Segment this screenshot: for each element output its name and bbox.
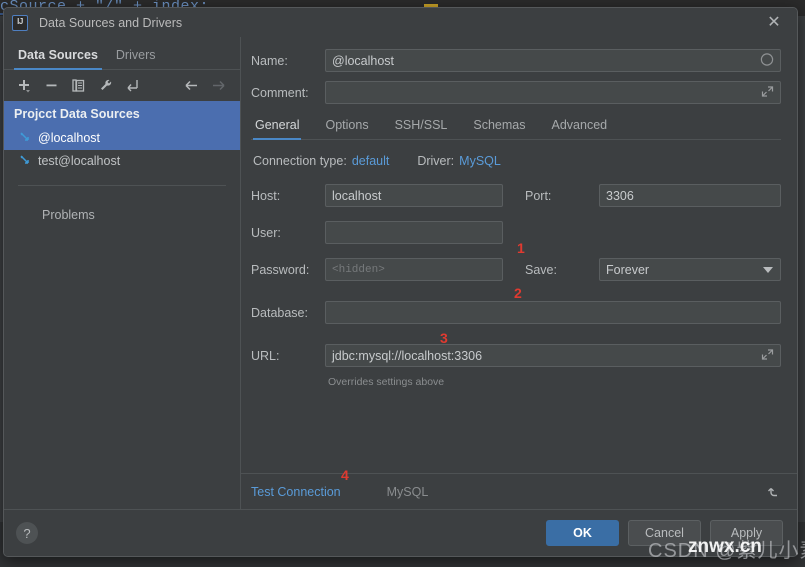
- copy-icon[interactable]: [66, 75, 90, 97]
- host-input[interactable]: localhost: [325, 184, 503, 207]
- tree-item-test-localhost[interactable]: test@localhost: [4, 149, 240, 173]
- tab-ssh-ssl[interactable]: SSH/SSL: [393, 114, 462, 139]
- expand-icon[interactable]: [761, 85, 774, 101]
- host-input-value: localhost: [332, 188, 382, 203]
- port-input-value: 3306: [606, 188, 634, 203]
- settings-panel: Name: @localhost Comment: General Option…: [241, 37, 797, 509]
- revert-icon[interactable]: [765, 483, 783, 501]
- name-row: Name: @localhost: [251, 49, 781, 72]
- ok-button[interactable]: OK: [546, 520, 619, 546]
- add-icon[interactable]: [12, 75, 36, 97]
- window-title: Data Sources and Drivers: [39, 15, 183, 30]
- tab-general[interactable]: General: [253, 114, 313, 140]
- datasource-icon: [18, 131, 32, 145]
- driver-label: Driver:: [417, 154, 455, 168]
- settings-scroll-area: Name: @localhost Comment: General Option…: [241, 37, 797, 473]
- tab-data-sources[interactable]: Data Sources: [14, 48, 112, 70]
- save-dropdown[interactable]: Forever: [599, 258, 781, 281]
- expand-icon[interactable]: [761, 348, 774, 364]
- dialog-footer: ? OK Cancel Apply: [4, 509, 797, 556]
- connection-info-line: Connection type: default Driver: MySQL: [253, 154, 781, 168]
- tab-drivers[interactable]: Drivers: [112, 48, 170, 69]
- datasource-icon: [18, 154, 32, 168]
- data-sources-tree: Projcct Data Sources @localhost test@loc…: [4, 101, 240, 509]
- connection-type-label: Connection type:: [253, 154, 347, 168]
- database-label: Database:: [251, 305, 308, 320]
- comment-row: Comment:: [251, 81, 781, 104]
- apply-button[interactable]: Apply: [710, 520, 783, 546]
- url-hint-text: Overrides settings above: [328, 376, 445, 388]
- tree-item-localhost[interactable]: @localhost: [4, 126, 240, 150]
- name-label: Name:: [251, 53, 288, 68]
- cancel-button[interactable]: Cancel: [628, 520, 701, 546]
- wrench-icon[interactable]: [93, 75, 117, 97]
- tab-advanced[interactable]: Advanced: [550, 114, 622, 139]
- forward-arrow-icon: [206, 75, 230, 97]
- tree-divider: [18, 185, 226, 186]
- dialog-titlebar: IJ Data Sources and Drivers ✕: [4, 8, 797, 37]
- save-dropdown-value: Forever: [606, 262, 650, 277]
- test-connection-bar: Test Connection MySQL: [241, 473, 797, 509]
- user-input[interactable]: [325, 221, 503, 244]
- connection-type-value[interactable]: default: [352, 154, 390, 168]
- comment-label: Comment:: [251, 85, 309, 100]
- close-icon[interactable]: ✕: [765, 14, 783, 32]
- tree-item-label: test@localhost: [38, 154, 121, 168]
- tree-selected-group: Projcct Data Sources @localhost: [4, 101, 240, 150]
- user-label: User:: [251, 225, 281, 240]
- url-row: URL: jdbc:mysql://localhost:3306: [251, 344, 781, 367]
- comment-input[interactable]: [325, 81, 781, 104]
- database-row: Database:: [251, 301, 781, 324]
- host-port-row: Host: localhost Port: 3306: [251, 184, 781, 207]
- tab-options[interactable]: Options: [323, 114, 382, 139]
- password-row: Password: <hidden> Save: Forever: [251, 258, 781, 281]
- driver-value[interactable]: MySQL: [459, 154, 501, 168]
- user-row: User:: [251, 221, 781, 244]
- sidebar: Data Sources Drivers Projcct Data Source…: [4, 37, 241, 509]
- password-placeholder: <hidden>: [332, 263, 385, 276]
- name-input[interactable]: @localhost: [325, 49, 781, 72]
- intellij-logo-icon: IJ: [12, 14, 28, 31]
- tree-item-label: @localhost: [38, 131, 101, 145]
- port-label: Port:: [525, 188, 552, 203]
- tab-schemas[interactable]: Schemas: [471, 114, 539, 139]
- password-label: Password:: [251, 262, 310, 277]
- remove-icon[interactable]: [39, 75, 63, 97]
- data-sources-dialog: IJ Data Sources and Drivers ✕ Data Sourc…: [3, 7, 798, 557]
- password-input[interactable]: <hidden>: [325, 258, 503, 281]
- chevron-down-icon: [763, 266, 773, 273]
- circle-icon[interactable]: [760, 52, 774, 69]
- url-input[interactable]: jdbc:mysql://localhost:3306: [325, 344, 781, 367]
- test-connection-link[interactable]: Test Connection: [251, 485, 341, 499]
- back-arrow-icon[interactable]: [179, 75, 203, 97]
- tree-item-label: Problems: [42, 208, 95, 222]
- sidebar-tabs: Data Sources Drivers: [4, 37, 240, 70]
- port-input[interactable]: 3306: [599, 184, 781, 207]
- save-label: Save:: [525, 262, 557, 277]
- sidebar-toolbar: [4, 70, 240, 101]
- url-label: URL:: [251, 348, 280, 363]
- help-button[interactable]: ?: [16, 522, 38, 544]
- name-input-value: @localhost: [332, 53, 395, 68]
- dialog-body: Data Sources Drivers Projcct Data Source…: [4, 37, 797, 509]
- intellij-logo-text: IJ: [17, 17, 23, 26]
- host-label: Host:: [251, 188, 281, 203]
- settings-tabs: General Options SSH/SSL Schemas Advanced: [251, 114, 781, 140]
- url-input-value: jdbc:mysql://localhost:3306: [332, 348, 483, 363]
- driver-name-label: MySQL: [386, 484, 429, 499]
- tree-group-label: Projcct Data Sources: [14, 107, 140, 121]
- database-input[interactable]: [325, 301, 781, 324]
- tree-item-problems[interactable]: Problems: [4, 202, 240, 228]
- import-icon[interactable]: [120, 75, 144, 97]
